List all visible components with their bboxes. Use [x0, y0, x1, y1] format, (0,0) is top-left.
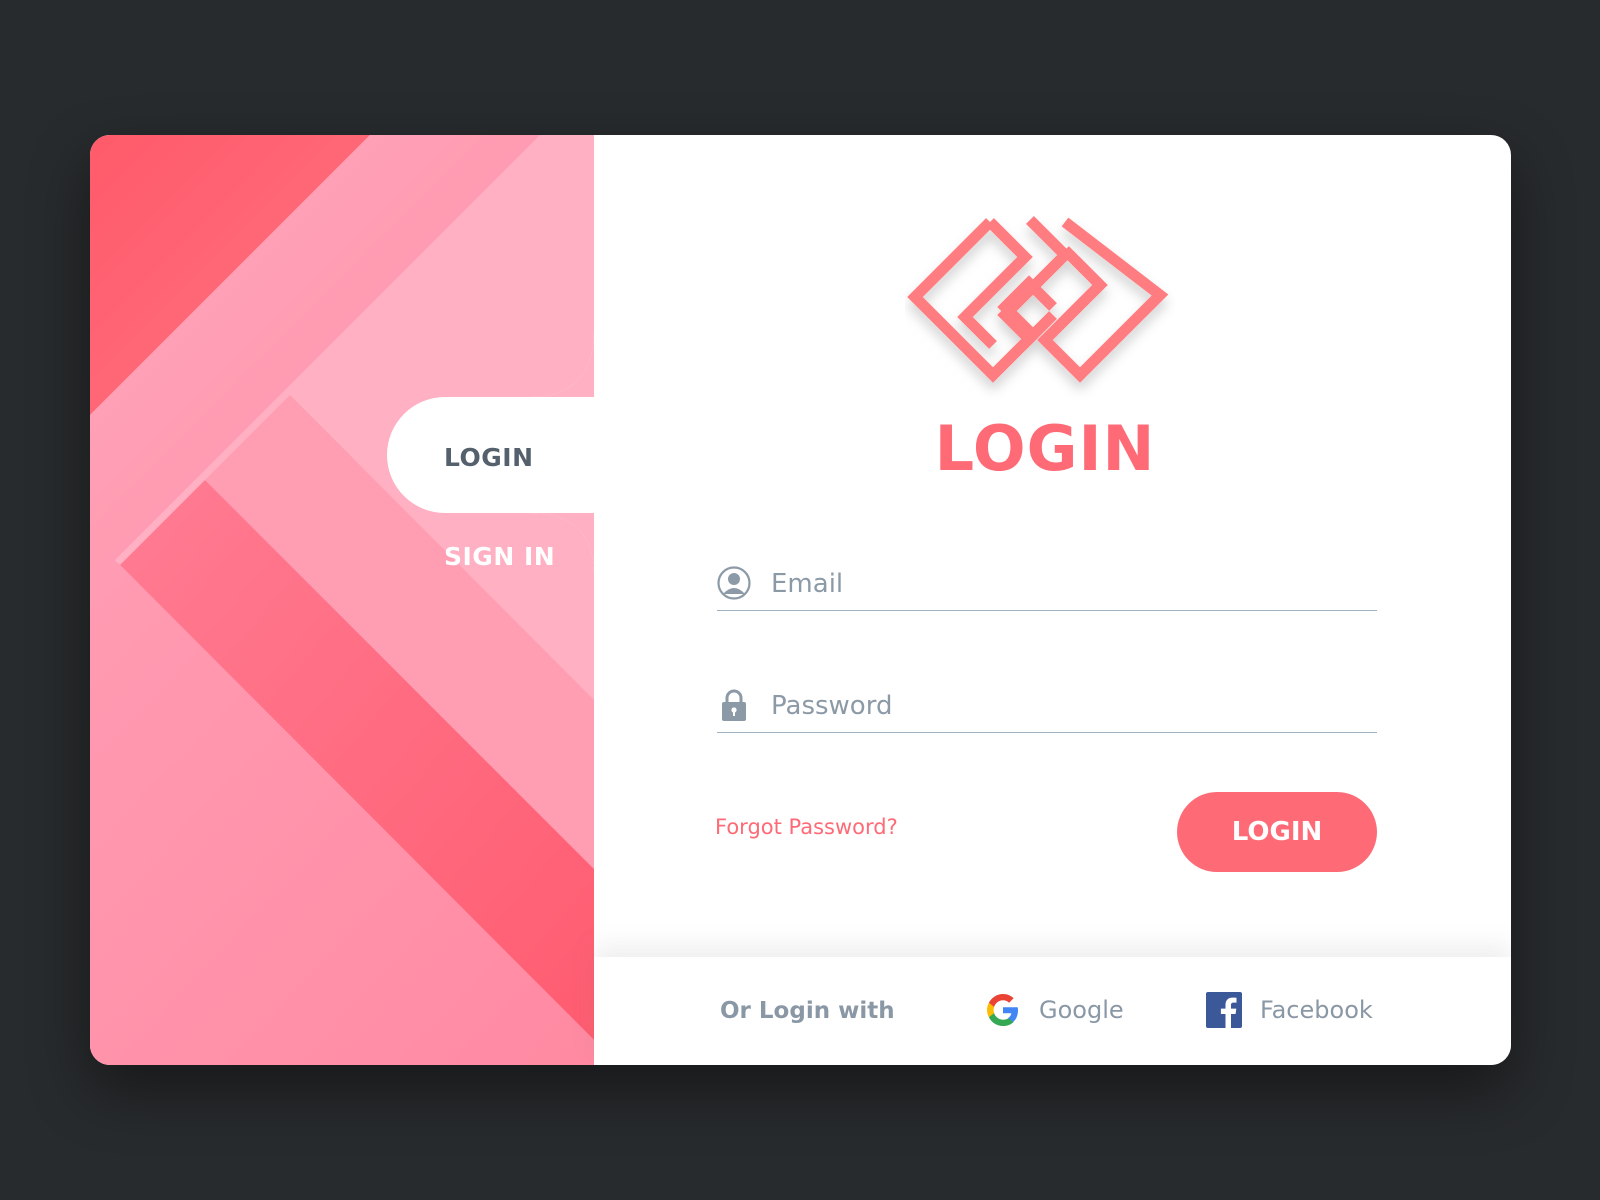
user-icon [717, 566, 751, 600]
tab-login[interactable]: LOGIN [444, 443, 534, 472]
facebook-label: Facebook [1260, 996, 1373, 1024]
maze-diamond-logo [907, 216, 1169, 383]
forgot-password-link[interactable]: Forgot Password? [715, 815, 898, 839]
geometric-background [90, 135, 594, 1065]
google-label: Google [1039, 996, 1124, 1024]
page-title: LOGIN [934, 412, 1156, 485]
email-field [717, 560, 1377, 611]
decorative-panel [90, 135, 594, 1065]
password-field [717, 682, 1377, 733]
login-button[interactable]: LOGIN [1177, 792, 1377, 872]
email-input[interactable] [769, 564, 1363, 604]
google-login-button[interactable]: Google [985, 990, 1124, 1030]
tab-sign-in[interactable]: SIGN IN [444, 542, 555, 571]
facebook-icon [1206, 992, 1242, 1028]
facebook-login-button[interactable]: Facebook [1206, 990, 1373, 1030]
password-input[interactable] [769, 686, 1363, 726]
google-icon [987, 994, 1018, 1026]
or-login-with-label: Or Login with [720, 998, 895, 1024]
lock-icon [722, 689, 746, 721]
